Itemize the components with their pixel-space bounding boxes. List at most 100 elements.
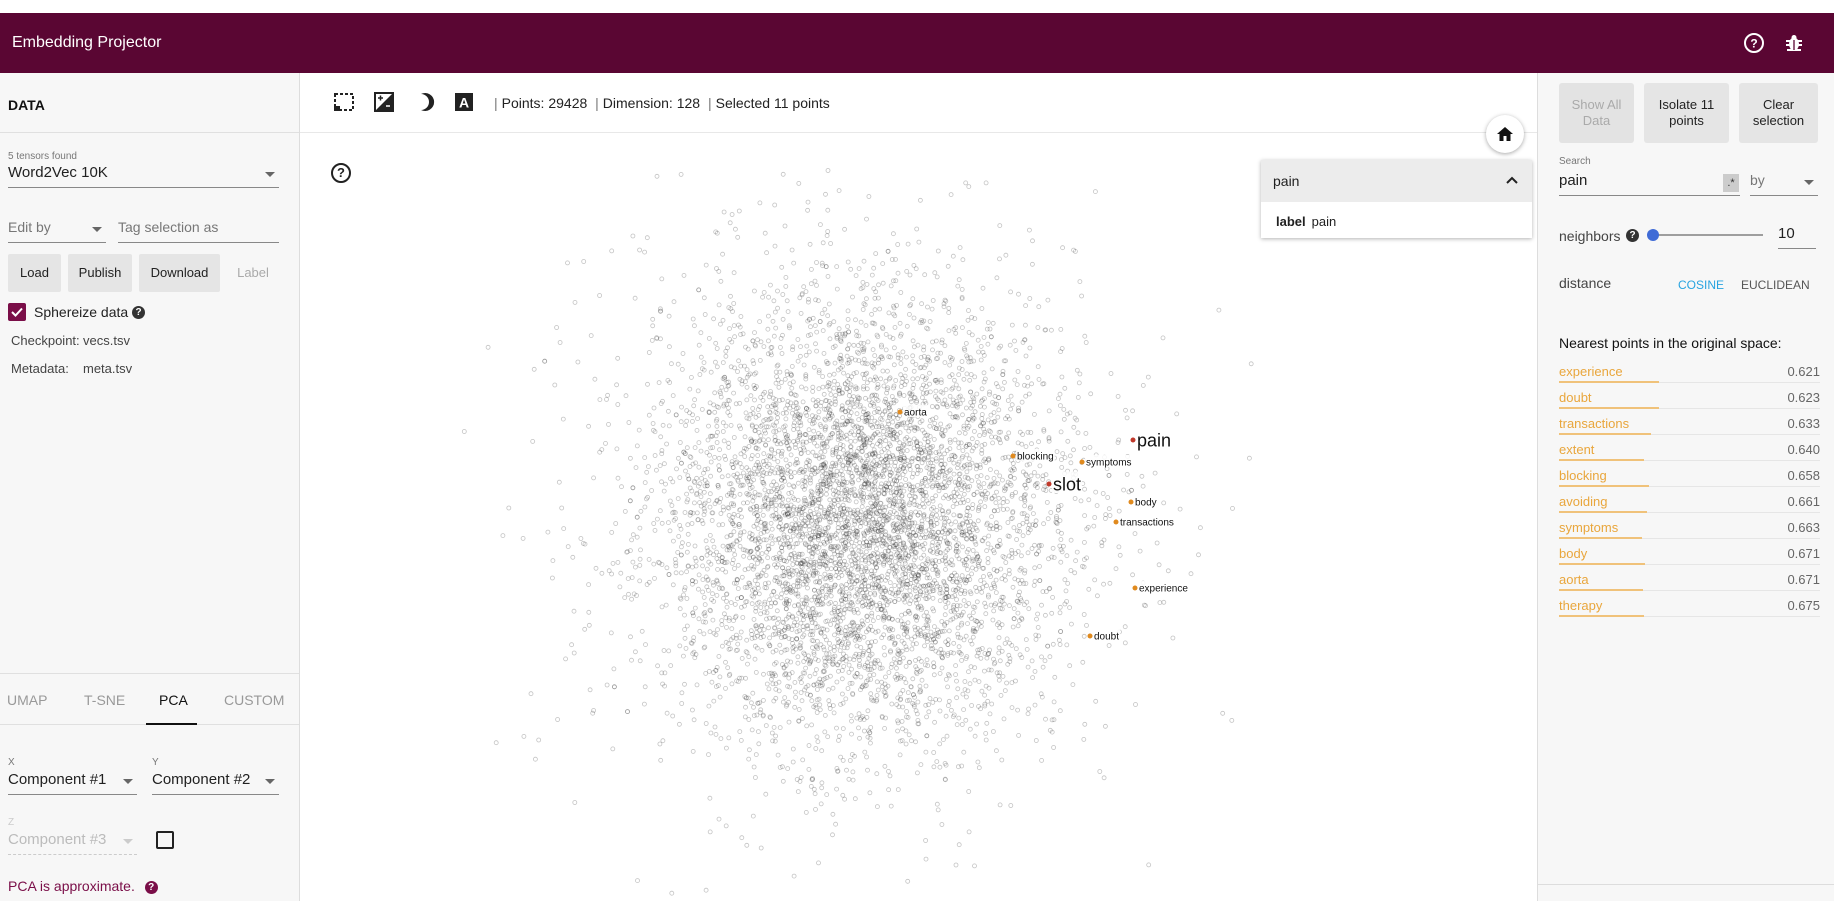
x-component-select[interactable]: Component #1: [8, 771, 137, 795]
nearest-point-row[interactable]: doubt 0.623: [1559, 387, 1820, 409]
tab-pca[interactable]: PCA: [159, 692, 188, 708]
help-icon[interactable]: ?: [132, 306, 145, 319]
neighbors-slider-handle[interactable]: [1647, 229, 1659, 241]
nearest-point-row[interactable]: blocking 0.658: [1559, 465, 1820, 487]
point-marker[interactable]: [897, 409, 903, 415]
nearest-point-bar: [1559, 589, 1643, 591]
home-button[interactable]: [1486, 115, 1524, 153]
svg-text:?: ?: [1750, 37, 1757, 51]
point-label[interactable]: blocking: [1010, 449, 1055, 463]
help-icon[interactable]: ?: [144, 880, 158, 894]
projector-view: A | Points: 29428 | Dimension: 128 | Select…: [300, 73, 1537, 901]
point-marker[interactable]: [1128, 499, 1134, 505]
point-label[interactable]: transactions: [1113, 515, 1175, 529]
distance-cosine[interactable]: COSINE: [1678, 278, 1724, 292]
nearest-point-row[interactable]: body 0.671: [1559, 543, 1820, 565]
search-input-value: pain: [1559, 172, 1588, 189]
z-enable-checkbox[interactable]: [156, 831, 174, 849]
isolate-points-button[interactable]: Isolate 11 points: [1644, 83, 1729, 143]
search-results-card: pain label pain: [1261, 160, 1532, 238]
divider: [1538, 884, 1834, 885]
chevron-down-icon: [92, 227, 102, 232]
point-marker[interactable]: [1010, 453, 1016, 459]
publish-button[interactable]: Publish: [68, 254, 132, 292]
regex-toggle[interactable]: .*: [1723, 174, 1739, 192]
scatter-plot[interactable]: aorta pain blocking symptoms slot body transac…: [300, 134, 1537, 901]
load-button[interactable]: Load: [8, 254, 61, 292]
point-label[interactable]: symptoms: [1079, 455, 1133, 469]
tab-tsne[interactable]: T-SNE: [84, 692, 125, 708]
neighbors-slider-track[interactable]: [1653, 234, 1763, 236]
search-card-header[interactable]: pain: [1261, 160, 1532, 202]
edit-by-select[interactable]: Edit by: [8, 219, 106, 243]
chevron-up-icon[interactable]: [1506, 176, 1518, 184]
nearest-point-bar: [1559, 511, 1647, 513]
point-marker[interactable]: [1132, 585, 1138, 591]
projection-tabs: UMAP T-SNE PCA CUSTOM: [0, 673, 299, 725]
point-label[interactable]: aorta: [897, 405, 929, 419]
sphereize-checkbox[interactable]: [8, 303, 26, 321]
distance-euclidean[interactable]: EUCLIDEAN: [1741, 278, 1810, 292]
nearest-point-name: extent: [1559, 442, 1595, 457]
moon-icon[interactable]: [413, 91, 435, 113]
y-component-select[interactable]: Component #2: [152, 771, 279, 795]
show-all-data-button[interactable]: Show All Data: [1559, 83, 1634, 143]
nearest-points-title: Nearest points in the original space:: [1559, 335, 1782, 351]
app-title: Embedding Projector: [12, 34, 162, 51]
labels-toggle-icon[interactable]: A: [453, 91, 475, 113]
tensor-select-value: Word2Vec 10K: [8, 164, 108, 181]
nearest-point-distance: 0.671: [1787, 546, 1820, 561]
point-marker[interactable]: [1046, 481, 1052, 487]
search-result-row[interactable]: label pain: [1261, 202, 1532, 241]
search-label: Search: [1559, 156, 1591, 167]
nearest-point-row[interactable]: extent 0.640: [1559, 439, 1820, 461]
night-mode-icon[interactable]: [373, 91, 395, 113]
point-label[interactable]: slot: [1046, 471, 1083, 494]
help-icon[interactable]: ?: [1626, 229, 1639, 242]
nearest-point-row[interactable]: aorta 0.671: [1559, 569, 1820, 591]
nearest-point-name: aorta: [1559, 572, 1589, 587]
nearest-point-row[interactable]: transactions 0.633: [1559, 413, 1820, 435]
nearest-point-distance: 0.661: [1787, 494, 1820, 509]
nearest-point-name: symptoms: [1559, 520, 1619, 535]
tensor-select[interactable]: Word2Vec 10K: [8, 164, 279, 188]
point-marker[interactable]: [1087, 633, 1093, 639]
point-label[interactable]: experience: [1132, 581, 1190, 595]
nearest-point-row[interactable]: avoiding 0.661: [1559, 491, 1820, 513]
download-button[interactable]: Download: [139, 254, 220, 292]
nearest-point-row[interactable]: therapy 0.675: [1559, 595, 1820, 617]
inspector-panel: Show All Data Isolate 11 points Clear se…: [1537, 73, 1834, 901]
z-component-select: Component #3: [8, 831, 137, 855]
clear-selection-button[interactable]: Clear selection: [1739, 83, 1818, 143]
point-marker[interactable]: [1113, 519, 1119, 525]
point-label[interactable]: body: [1128, 495, 1158, 509]
nearest-point-distance: 0.621: [1787, 364, 1820, 379]
nearest-point-row[interactable]: experience 0.621: [1559, 361, 1820, 383]
point-label-text: body: [1135, 498, 1157, 509]
point-label-text: pain: [1137, 430, 1171, 450]
search-by-select[interactable]: by: [1750, 172, 1818, 196]
z-component-value: Component #3: [8, 831, 107, 848]
active-tab-indicator: [146, 723, 197, 725]
neighbors-input[interactable]: 10: [1778, 225, 1816, 249]
label-button[interactable]: Label: [226, 254, 280, 292]
tab-umap[interactable]: UMAP: [7, 692, 47, 708]
point-label[interactable]: doubt: [1087, 629, 1121, 643]
tab-custom[interactable]: CUSTOM: [224, 692, 284, 708]
tag-selection-input[interactable]: Tag selection as: [118, 219, 279, 243]
search-input[interactable]: pain .*: [1559, 172, 1740, 196]
z-label: Z: [8, 817, 15, 828]
checkpoint-value: vecs.tsv: [83, 333, 130, 348]
help-icon[interactable]: ?: [331, 163, 351, 183]
point-label[interactable]: pain: [1130, 427, 1173, 450]
nearest-point-name: body: [1559, 546, 1588, 561]
nearest-point-distance: 0.675: [1787, 598, 1820, 613]
select-region-icon[interactable]: [333, 91, 355, 113]
help-circle-icon[interactable]: ?: [1740, 29, 1768, 57]
nearest-point-bar: [1559, 407, 1659, 409]
app-bar: Embedding Projector ?: [0, 13, 1834, 73]
point-marker[interactable]: [1079, 459, 1085, 465]
nearest-point-row[interactable]: symptoms 0.663: [1559, 517, 1820, 539]
bug-icon[interactable]: [1780, 29, 1808, 57]
point-marker[interactable]: [1130, 437, 1136, 443]
